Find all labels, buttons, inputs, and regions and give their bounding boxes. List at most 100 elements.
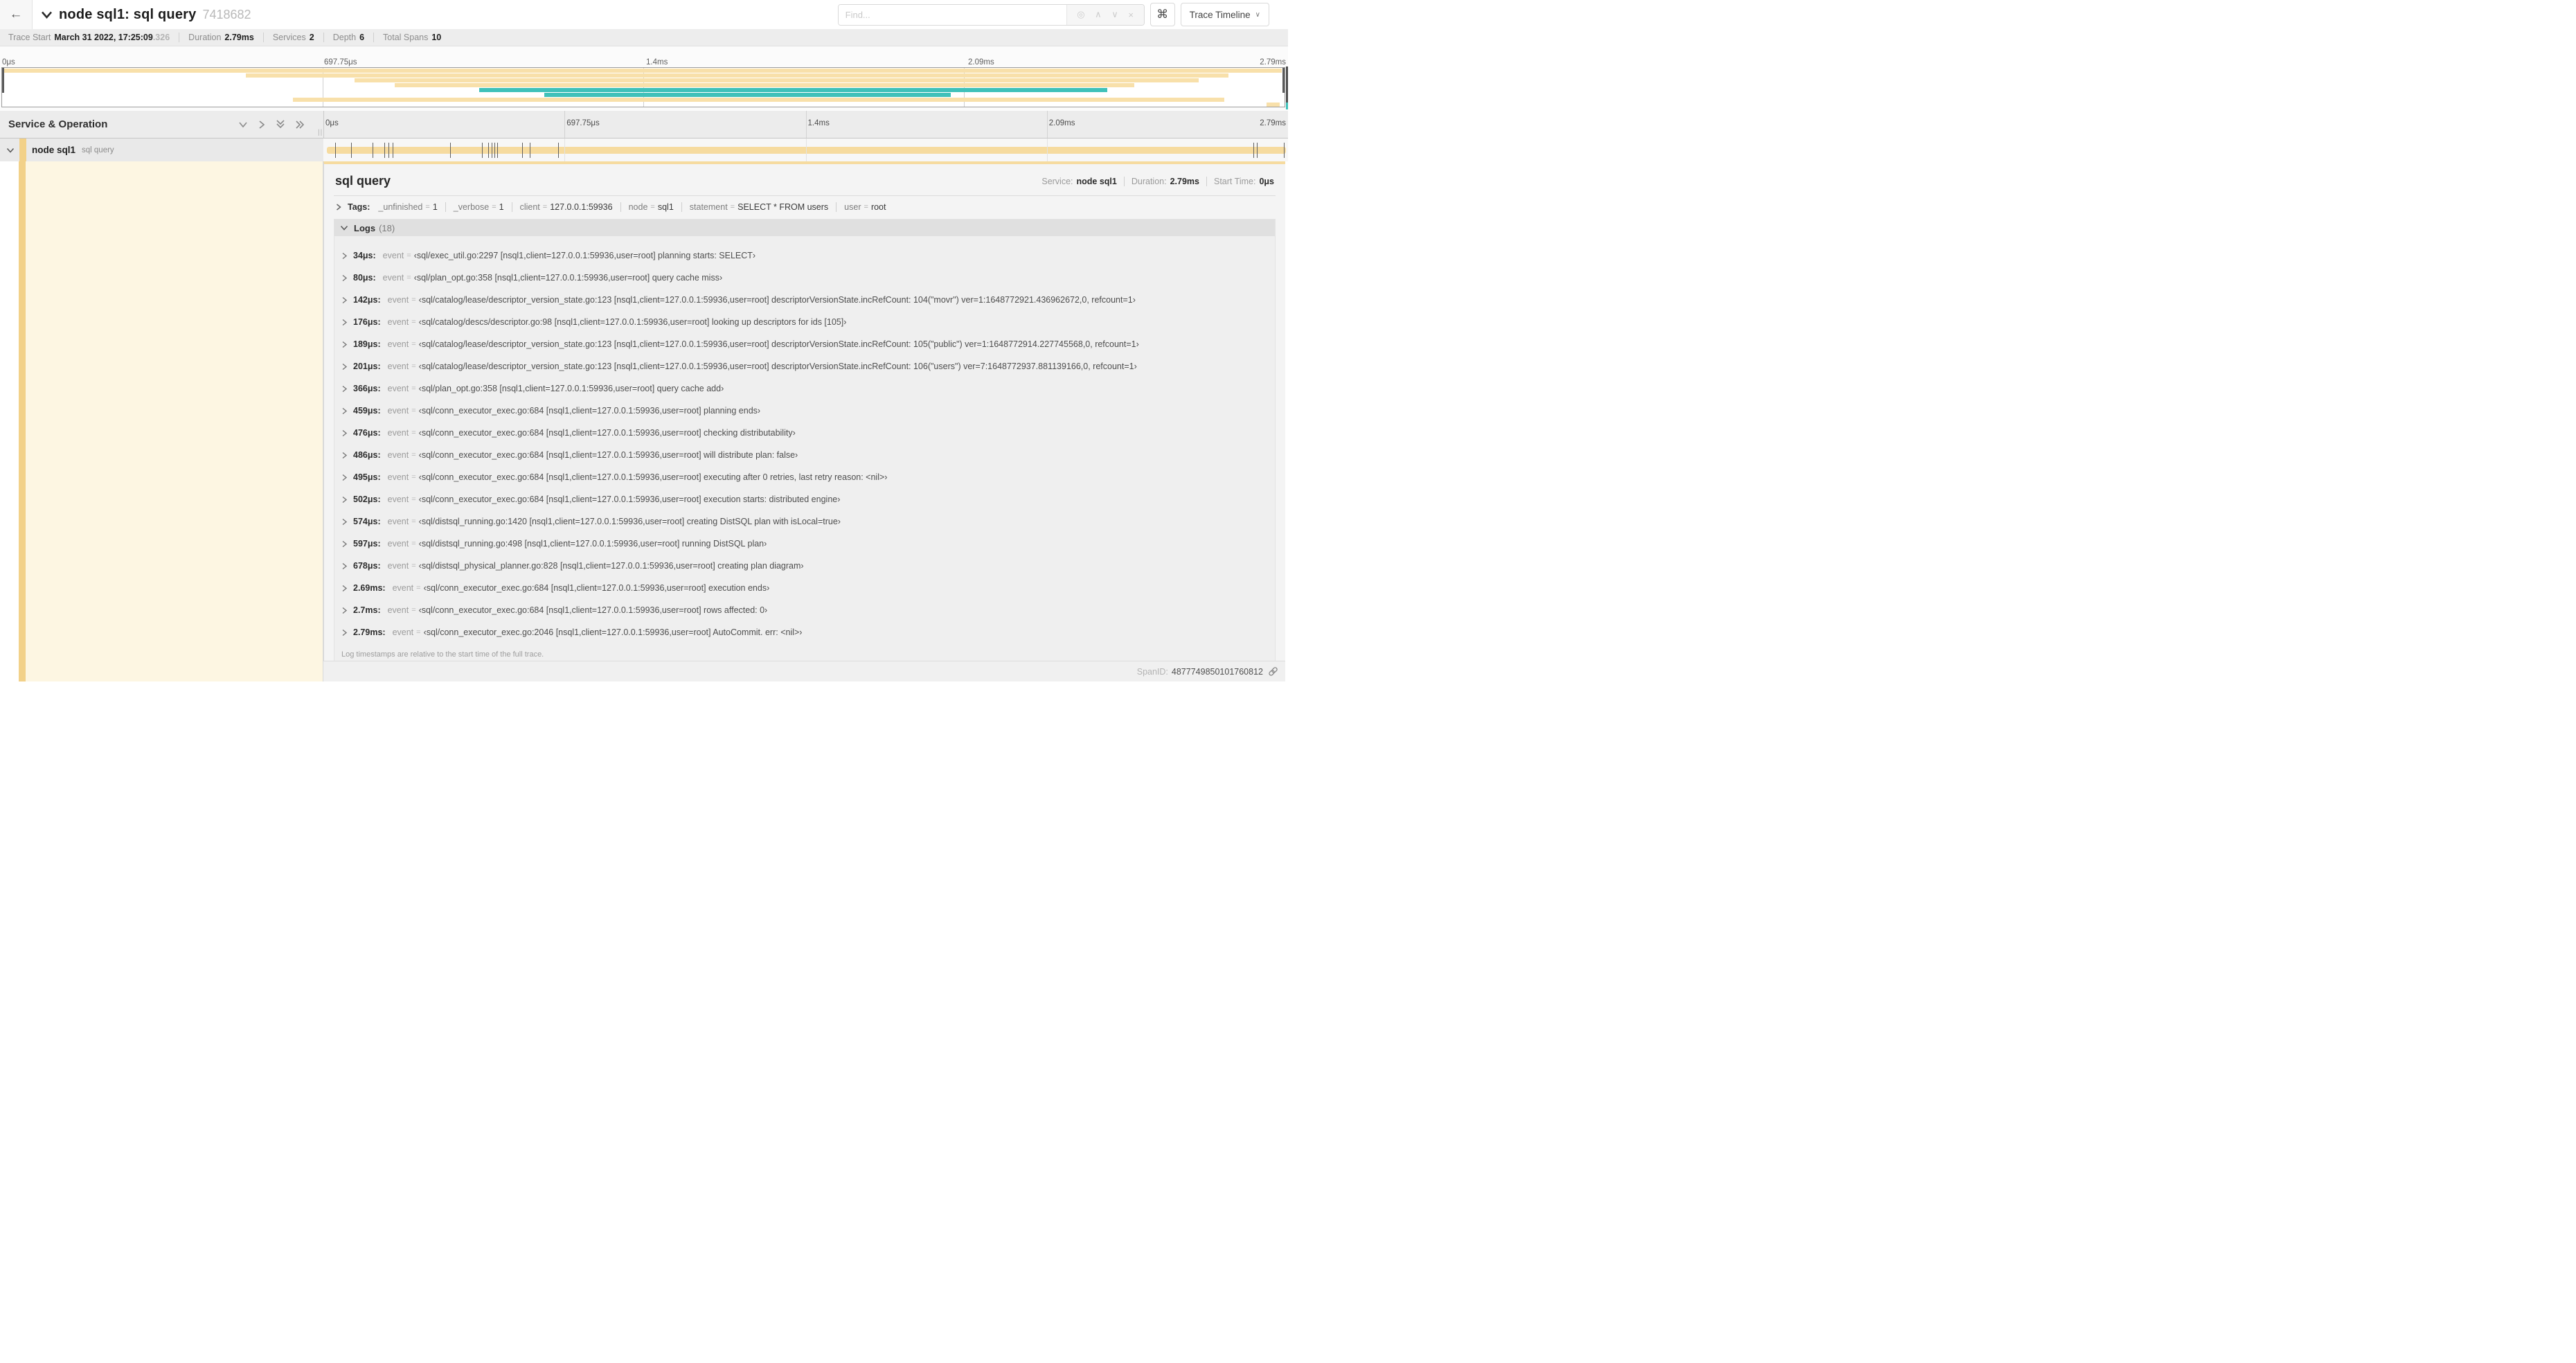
log-expand-chevron-icon[interactable] xyxy=(341,474,348,481)
tag-item: _unfinished = 1 xyxy=(378,202,445,212)
log-row[interactable]: 597μs: event = ‹sql/distsql_running.go:498 … xyxy=(339,533,1271,555)
log-field-key: event xyxy=(387,605,409,615)
log-field-value: ‹sql/plan_opt.go:358 [nsql1,client=127.0… xyxy=(413,273,723,283)
summary-label: Depth xyxy=(332,33,357,42)
spanid-value: 4877749850101760812 xyxy=(1171,666,1263,677)
log-expand-chevron-icon[interactable] xyxy=(341,452,348,459)
log-expand-chevron-icon[interactable] xyxy=(341,274,348,282)
service-operation-title: Service & Operation xyxy=(8,118,108,130)
logs-header[interactable]: Logs (18) xyxy=(334,220,1275,236)
back-button[interactable]: ← xyxy=(0,0,33,29)
span-row-track[interactable] xyxy=(323,139,1288,161)
find-input[interactable] xyxy=(838,4,1066,25)
tag-key: _unfinished xyxy=(378,202,423,212)
log-field-value: ‹sql/plan_opt.go:358 [nsql1,client=127.0… xyxy=(418,384,724,393)
log-field-key: event xyxy=(387,472,409,482)
log-expand-chevron-icon[interactable] xyxy=(341,296,348,304)
log-expand-chevron-icon[interactable] xyxy=(341,363,348,371)
log-expand-chevron-icon[interactable] xyxy=(341,496,348,504)
log-timestamp: 189μs: xyxy=(353,339,381,349)
log-marker-tick xyxy=(1257,142,1258,158)
minimap-span-bar xyxy=(355,78,1199,82)
log-field-value: ‹sql/conn_executor_exec.go:684 [nsql1,cl… xyxy=(418,450,798,460)
log-row[interactable]: 476μs: event = ‹sql/conn_executor_exec.go:6… xyxy=(339,422,1271,444)
log-row[interactable]: 574μs: event = ‹sql/distsql_running.go:1420… xyxy=(339,510,1271,533)
minimap-span-bar xyxy=(293,98,1224,102)
log-row[interactable]: 495μs: event = ‹sql/conn_executor_exec.go:6… xyxy=(339,466,1271,488)
timeline-header-row: Service & Operation || 0μs 697.75μs 1.4ms 2… xyxy=(0,111,1288,139)
view-select-label: Trace Timeline xyxy=(1189,9,1251,20)
track-gridline xyxy=(1046,139,1048,161)
logs-collapse-chevron-icon[interactable] xyxy=(340,224,348,231)
find-icon-group: ◎ ∧ ∨ × xyxy=(1066,4,1144,25)
minimap-right-handle[interactable] xyxy=(1282,68,1285,93)
minimap-left-handle[interactable] xyxy=(2,68,4,93)
detail-meta-label: Duration: xyxy=(1131,176,1167,186)
tag-key: statement xyxy=(689,202,728,212)
detail-meta-label: Service: xyxy=(1041,176,1073,186)
trace-collapse-chevron-icon[interactable] xyxy=(41,10,53,19)
log-row[interactable]: 176μs: event = ‹sql/catalog/descs/descripto… xyxy=(339,311,1271,333)
log-marker-tick xyxy=(1284,142,1285,158)
log-row[interactable]: 502μs: event = ‹sql/conn_executor_exec.go:6… xyxy=(339,488,1271,510)
log-expand-chevron-icon[interactable] xyxy=(341,518,348,526)
expand-one-icon[interactable] xyxy=(258,120,266,130)
tags-expand-chevron-icon[interactable] xyxy=(335,203,342,211)
detail-meta-value: node sql1 xyxy=(1076,176,1117,186)
collapse-all-icon[interactable] xyxy=(276,119,285,130)
log-expand-chevron-icon[interactable] xyxy=(341,341,348,348)
log-expand-chevron-icon[interactable] xyxy=(341,562,348,570)
prev-match-icon[interactable]: ∧ xyxy=(1095,9,1102,20)
log-row[interactable]: 2.7ms: event = ‹sql/conn_executor_exec.go:6… xyxy=(339,599,1271,621)
expand-all-icon[interactable] xyxy=(295,120,305,130)
log-row[interactable]: 459μs: event = ‹sql/conn_executor_exec.go:6… xyxy=(339,400,1271,422)
clear-search-icon[interactable]: × xyxy=(1128,10,1134,20)
log-expand-chevron-icon[interactable] xyxy=(341,385,348,393)
log-row[interactable]: 80μs: event = ‹sql/plan_opt.go:358 [nsql1,c… xyxy=(339,267,1271,289)
locate-icon[interactable]: ◎ xyxy=(1077,9,1084,20)
log-expand-chevron-icon[interactable] xyxy=(341,607,348,614)
span-row-name-cell[interactable]: node sql1 sql query xyxy=(0,139,323,161)
summary-label: Total Spans xyxy=(383,33,429,42)
log-timestamp: 2.7ms: xyxy=(353,605,381,615)
log-expand-chevron-icon[interactable] xyxy=(341,407,348,415)
minimap-span-bar xyxy=(1267,103,1280,107)
log-field-key: event xyxy=(387,517,409,526)
log-equals: = xyxy=(416,584,421,592)
tick-label: 2.79ms xyxy=(1260,119,1286,127)
log-expand-chevron-icon[interactable] xyxy=(341,252,348,260)
column-resize-grip[interactable]: || xyxy=(318,129,323,136)
ruler-gridline xyxy=(1046,111,1048,138)
log-row[interactable]: 2.79ms: event = ‹sql/conn_executor_exec.go:… xyxy=(339,621,1271,643)
log-expand-chevron-icon[interactable] xyxy=(341,319,348,326)
log-expand-chevron-icon[interactable] xyxy=(341,585,348,592)
log-expand-chevron-icon[interactable] xyxy=(341,429,348,437)
log-expand-chevron-icon[interactable] xyxy=(341,629,348,636)
view-select-button[interactable]: Trace Timeline ∨ xyxy=(1180,3,1269,26)
next-match-icon[interactable]: ∨ xyxy=(1111,9,1118,20)
log-expand-chevron-icon[interactable] xyxy=(341,540,348,548)
log-row[interactable]: 189μs: event = ‹sql/catalog/lease/descripto… xyxy=(339,333,1271,355)
minimap-canvas[interactable] xyxy=(1,67,1285,107)
log-row[interactable]: 142μs: event = ‹sql/catalog/lease/descripto… xyxy=(339,289,1271,311)
log-row[interactable]: 366μs: event = ‹sql/plan_opt.go:358 [nsql1,… xyxy=(339,377,1271,400)
collapse-one-icon[interactable] xyxy=(238,121,248,129)
log-equals: = xyxy=(411,429,416,437)
right-edge-dragger[interactable] xyxy=(1286,66,1288,107)
deep-link-icon[interactable] xyxy=(1268,666,1278,677)
keyboard-shortcuts-button[interactable]: ⌘ xyxy=(1150,3,1175,26)
log-equals: = xyxy=(411,562,416,570)
log-field-key: event xyxy=(387,339,409,349)
log-row[interactable]: 34μs: event = ‹sql/exec_util.go:2297 [nsql1… xyxy=(339,244,1271,267)
span-collapse-chevron-icon[interactable] xyxy=(6,147,15,154)
log-row[interactable]: 201μs: event = ‹sql/catalog/lease/descripto… xyxy=(339,355,1271,377)
ruler-gridline xyxy=(805,111,807,138)
tags-row[interactable]: Tags: _unfinished = 1 _verbose = 1 client = 127.… xyxy=(334,196,1276,217)
log-equals: = xyxy=(411,473,416,481)
log-row[interactable]: 2.69ms: event = ‹sql/conn_executor_exec.go:… xyxy=(339,577,1271,599)
trace-page: ← node sql1: sql query 7418682 ◎ ∧ ∨ × ⌘… xyxy=(0,0,1288,682)
log-timestamp: 80μs: xyxy=(353,273,376,283)
log-row[interactable]: 678μs: event = ‹sql/distsql_physical_planne… xyxy=(339,555,1271,577)
minimap-span-bar xyxy=(394,83,1135,87)
log-row[interactable]: 486μs: event = ‹sql/conn_executor_exec.go:6… xyxy=(339,444,1271,466)
